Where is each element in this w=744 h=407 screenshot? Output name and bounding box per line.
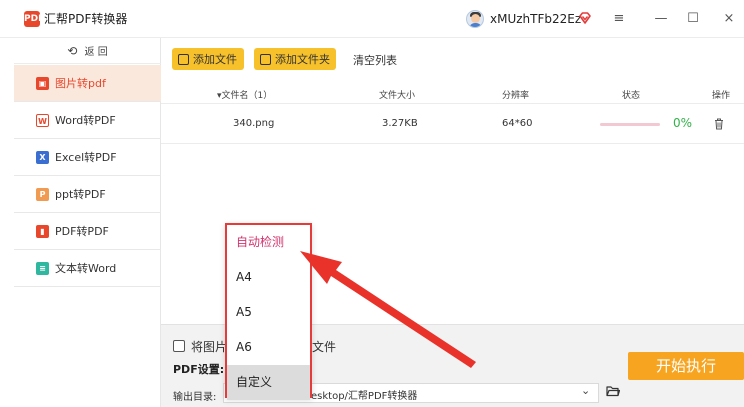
column-header-resolution: 分辨率 [502, 91, 530, 101]
sidebar-item-label: 文本转Word [55, 262, 117, 275]
sidebar-item-label: Word转PDF [55, 114, 116, 127]
app-title: 汇帮PDF转换器 [44, 12, 128, 26]
dropdown-option-auto[interactable]: 自动检测 [227, 225, 310, 260]
excel-icon: X [36, 150, 49, 164]
dropdown-option-custom[interactable]: 自定义 [227, 365, 310, 400]
column-header-actions: 操作 [712, 91, 731, 101]
toolbar: 添加文件 添加文件夹 清空列表 [161, 38, 744, 82]
clear-list-button[interactable]: 清空列表 [353, 52, 397, 68]
add-file-icon [178, 53, 189, 65]
text-icon: ≡ [36, 261, 49, 275]
folder-open-icon[interactable] [606, 385, 620, 397]
maximize-icon[interactable]: ☐ [684, 10, 702, 28]
minimize-icon[interactable]: — [652, 10, 670, 28]
add-file-button[interactable]: 添加文件 [172, 48, 244, 70]
add-folder-icon [260, 53, 271, 65]
sidebar-item-word-to-pdf[interactable]: W Word转PDF [14, 102, 161, 139]
pdf-icon: ▮ [36, 224, 49, 238]
vip-diamond-icon[interactable] [578, 11, 592, 25]
column-header-status: 状态 [622, 91, 641, 101]
status-percent: 0% [673, 116, 693, 130]
sidebar-item-label: Excel转PDF [55, 151, 117, 164]
column-header-size: 文件大小 [379, 91, 416, 101]
start-button[interactable]: 开始执行 [628, 352, 744, 380]
file-size: 3.27KB [382, 118, 418, 129]
image-icon: ▣ [36, 76, 49, 90]
user-avatar[interactable] [466, 10, 484, 28]
menu-icon[interactable]: ≡ [610, 10, 628, 28]
dropdown-option-a6[interactable]: A6 [227, 330, 310, 365]
sidebar-item-ppt-to-pdf[interactable]: P ppt转PDF [14, 176, 161, 213]
trash-icon[interactable] [714, 118, 724, 130]
output-directory-path: esktop/汇帮PDF转换器 [311, 391, 418, 402]
column-header-filename[interactable]: ▾文件名（1） [217, 88, 272, 101]
back-arrow-icon: ⟲ [67, 44, 78, 58]
output-directory-label: 输出目录: [173, 392, 217, 403]
title-bar: PDF 汇帮PDF转换器 xMUzhTFb22Ez ≡ — ☐ × [0, 0, 744, 38]
username[interactable]: xMUzhTFb22Ez [490, 11, 581, 27]
sidebar-item-label: 图片转pdf [55, 77, 106, 90]
word-icon: W [36, 113, 49, 127]
merge-checkbox[interactable] [173, 340, 185, 352]
add-file-label: 添加文件 [193, 53, 237, 66]
dropdown-option-a4[interactable]: A4 [227, 260, 310, 295]
chevron-down-icon[interactable]: ⌄ [581, 384, 590, 397]
sidebar-item-label: PDF转PDF [55, 225, 109, 238]
back-label: 返 回 [84, 47, 108, 58]
progress-bar [600, 123, 660, 126]
sidebar-item-image-to-pdf[interactable]: ▣ 图片转pdf [14, 65, 161, 102]
page-size-dropdown: 自动检测 A4 A5 A6 自定义 [225, 223, 312, 400]
table-row[interactable]: 340.png 3.27KB 64*60 0% [161, 104, 744, 144]
merge-option-label-tail: 文件 [312, 340, 337, 354]
close-icon[interactable]: × [720, 10, 738, 28]
sidebar-item-pdf-to-pdf[interactable]: ▮ PDF转PDF [14, 213, 161, 250]
sidebar-item-excel-to-pdf[interactable]: X Excel转PDF [14, 139, 161, 176]
file-resolution: 64*60 [502, 118, 533, 129]
ppt-icon: P [36, 187, 49, 201]
app-logo-icon: PDF [24, 11, 44, 27]
merge-option-label: 将图片 [191, 340, 228, 354]
add-folder-button[interactable]: 添加文件夹 [254, 48, 336, 70]
sidebar-item-text-to-word[interactable]: ≡ 文本转Word [14, 250, 161, 287]
add-folder-label: 添加文件夹 [275, 53, 330, 66]
sidebar-item-label: ppt转PDF [55, 188, 106, 201]
back-button[interactable]: ⟲ 返 回 [14, 38, 161, 64]
dropdown-option-a5[interactable]: A5 [227, 295, 310, 330]
file-name: 340.png [233, 118, 275, 129]
pdf-settings-label: PDF设置: [173, 363, 225, 376]
table-header: ▾文件名（1） 文件大小 分辨率 状态 操作 [161, 82, 744, 104]
sidebar: ⟲ 返 回 ▣ 图片转pdf W Word转PDF X Excel转PDF P … [14, 38, 161, 407]
